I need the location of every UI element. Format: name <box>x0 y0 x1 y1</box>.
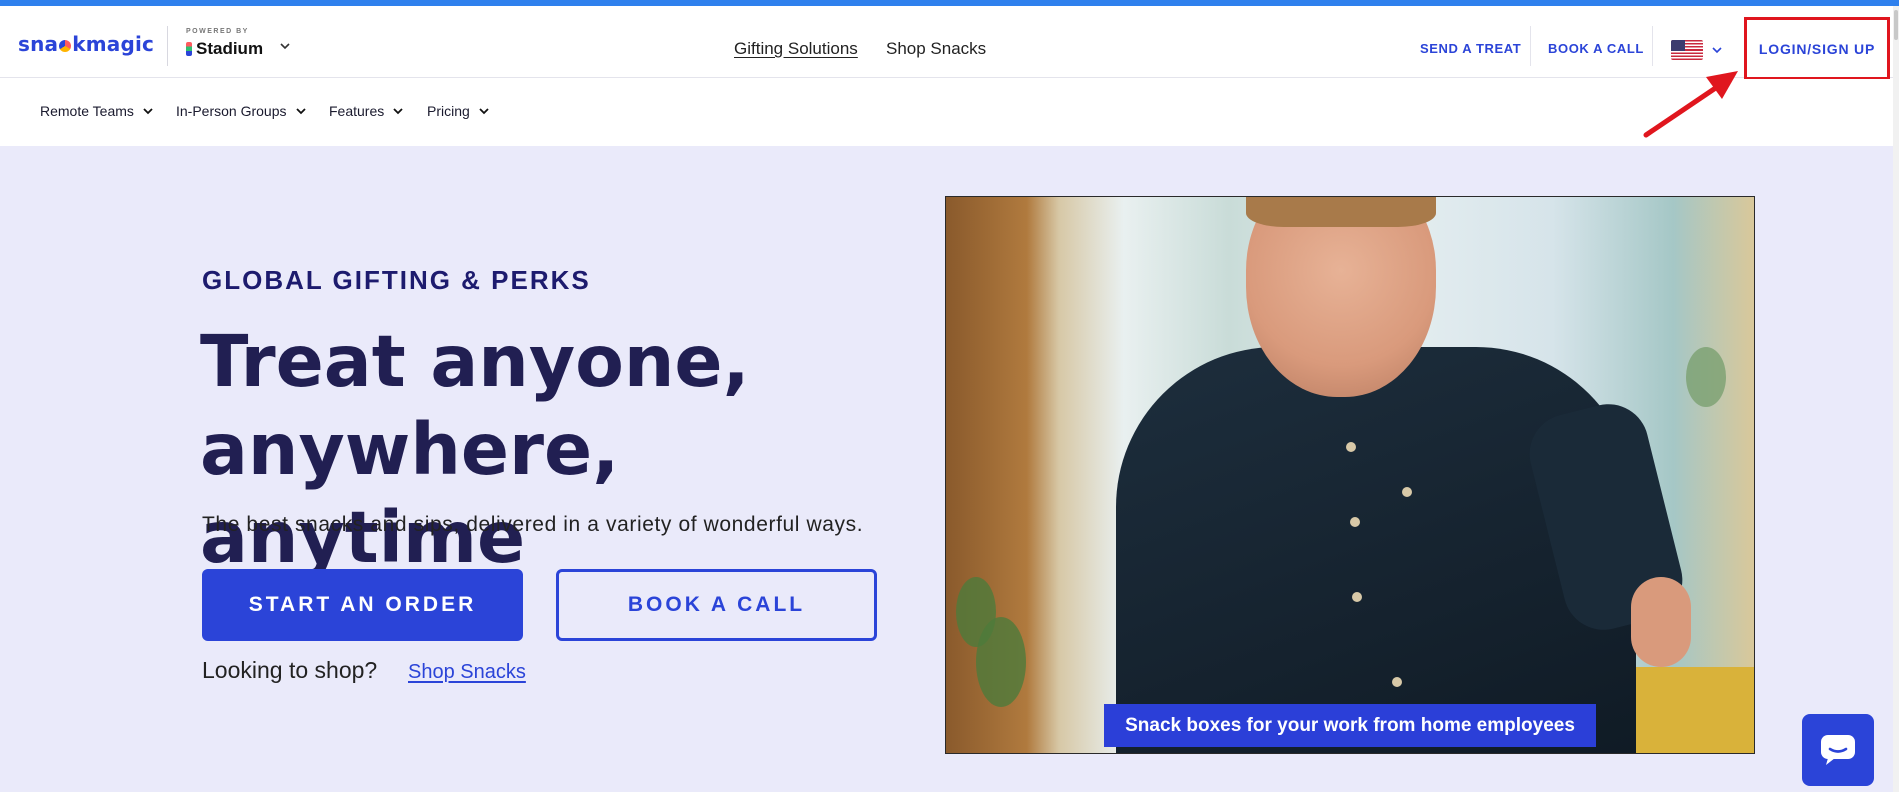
logo-text-end: kmagic <box>72 32 155 56</box>
subnav-label: In-Person Groups <box>176 103 287 119</box>
header-separator <box>1530 26 1531 66</box>
headline-line-1: Treat anyone, <box>200 320 750 403</box>
snackmagic-logo[interactable]: sna kmagic <box>18 32 154 56</box>
subnav-item-pricing[interactable]: Pricing <box>427 103 490 119</box>
shirt-button <box>1350 517 1360 527</box>
shop-prompt: Looking to shop? <box>202 657 378 683</box>
logo-divider <box>167 26 168 66</box>
shirt-button <box>1392 677 1402 687</box>
shop-snacks-link[interactable]: Shop Snacks <box>408 661 526 684</box>
chat-widget-button[interactable] <box>1802 714 1874 786</box>
secondary-nav: Remote Teams In-Person Groups Features P… <box>0 79 1899 146</box>
shirt-button <box>1402 487 1412 497</box>
page-scrollbar[interactable] <box>1893 6 1899 792</box>
headline-line-2: anywhere, anytime <box>200 408 620 579</box>
nav-gifting-solutions[interactable]: Gifting Solutions <box>734 39 858 59</box>
video-caption: Snack boxes for your work from home empl… <box>1104 704 1596 747</box>
subnav-label: Remote Teams <box>40 103 134 119</box>
stadium-label: Stadium <box>196 39 264 58</box>
hero-video[interactable]: Snack boxes for your work from home empl… <box>945 196 1755 754</box>
subnav-label: Pricing <box>427 103 470 119</box>
scrollbar-thumb[interactable] <box>1894 10 1898 40</box>
book-call-button[interactable]: BOOK A CALL <box>556 569 877 641</box>
stadium-mark-icon <box>186 42 192 56</box>
chat-bubble-icon <box>1821 735 1855 765</box>
shirt-button <box>1346 442 1356 452</box>
chevron-down-icon <box>479 108 489 115</box>
person-hair <box>1246 197 1436 227</box>
hero-subtext: The best snacks and sips, delivered in a… <box>202 513 864 536</box>
plant-leaf <box>976 617 1026 707</box>
subnav-item-features[interactable]: Features <box>329 103 404 119</box>
book-a-call-link[interactable]: BOOK A CALL <box>1548 41 1644 56</box>
logo-mark-icon <box>59 40 72 52</box>
main-header: sna kmagic POWERED BY Stadium Gifting Sol… <box>0 6 1899 80</box>
send-a-treat-link[interactable]: SEND A TREAT <box>1420 41 1521 56</box>
hero-section: GLOBAL GIFTING & PERKS Treat anyone, any… <box>0 146 1899 792</box>
plant-leaf <box>1686 347 1726 407</box>
nav-shop-snacks[interactable]: Shop Snacks <box>886 39 986 59</box>
chevron-down-icon <box>143 108 153 115</box>
stadium-partner-logo: Stadium <box>186 39 263 59</box>
annotation-arrow-icon <box>1643 71 1738 138</box>
chevron-down-icon <box>393 108 403 115</box>
person-hand <box>1631 577 1691 667</box>
subnav-item-remote-teams[interactable]: Remote Teams <box>40 103 154 119</box>
subnav-item-in-person-groups[interactable]: In-Person Groups <box>176 103 307 119</box>
start-order-button[interactable]: START AN ORDER <box>202 569 523 641</box>
shirt-button <box>1352 592 1362 602</box>
login-signup-button[interactable]: LOGIN/SIGN UP <box>1744 17 1890 80</box>
flag-canton <box>1671 40 1685 51</box>
hero-eyebrow: GLOBAL GIFTING & PERKS <box>202 265 591 295</box>
hero-headline: Treat anyone, anywhere, anytime <box>200 318 960 582</box>
chevron-down-icon <box>295 108 306 115</box>
subnav-label: Features <box>329 103 385 119</box>
chevron-down-icon[interactable] <box>278 39 292 53</box>
logo-text-start: sna <box>18 32 59 56</box>
powered-by-label: POWERED BY <box>186 28 249 35</box>
